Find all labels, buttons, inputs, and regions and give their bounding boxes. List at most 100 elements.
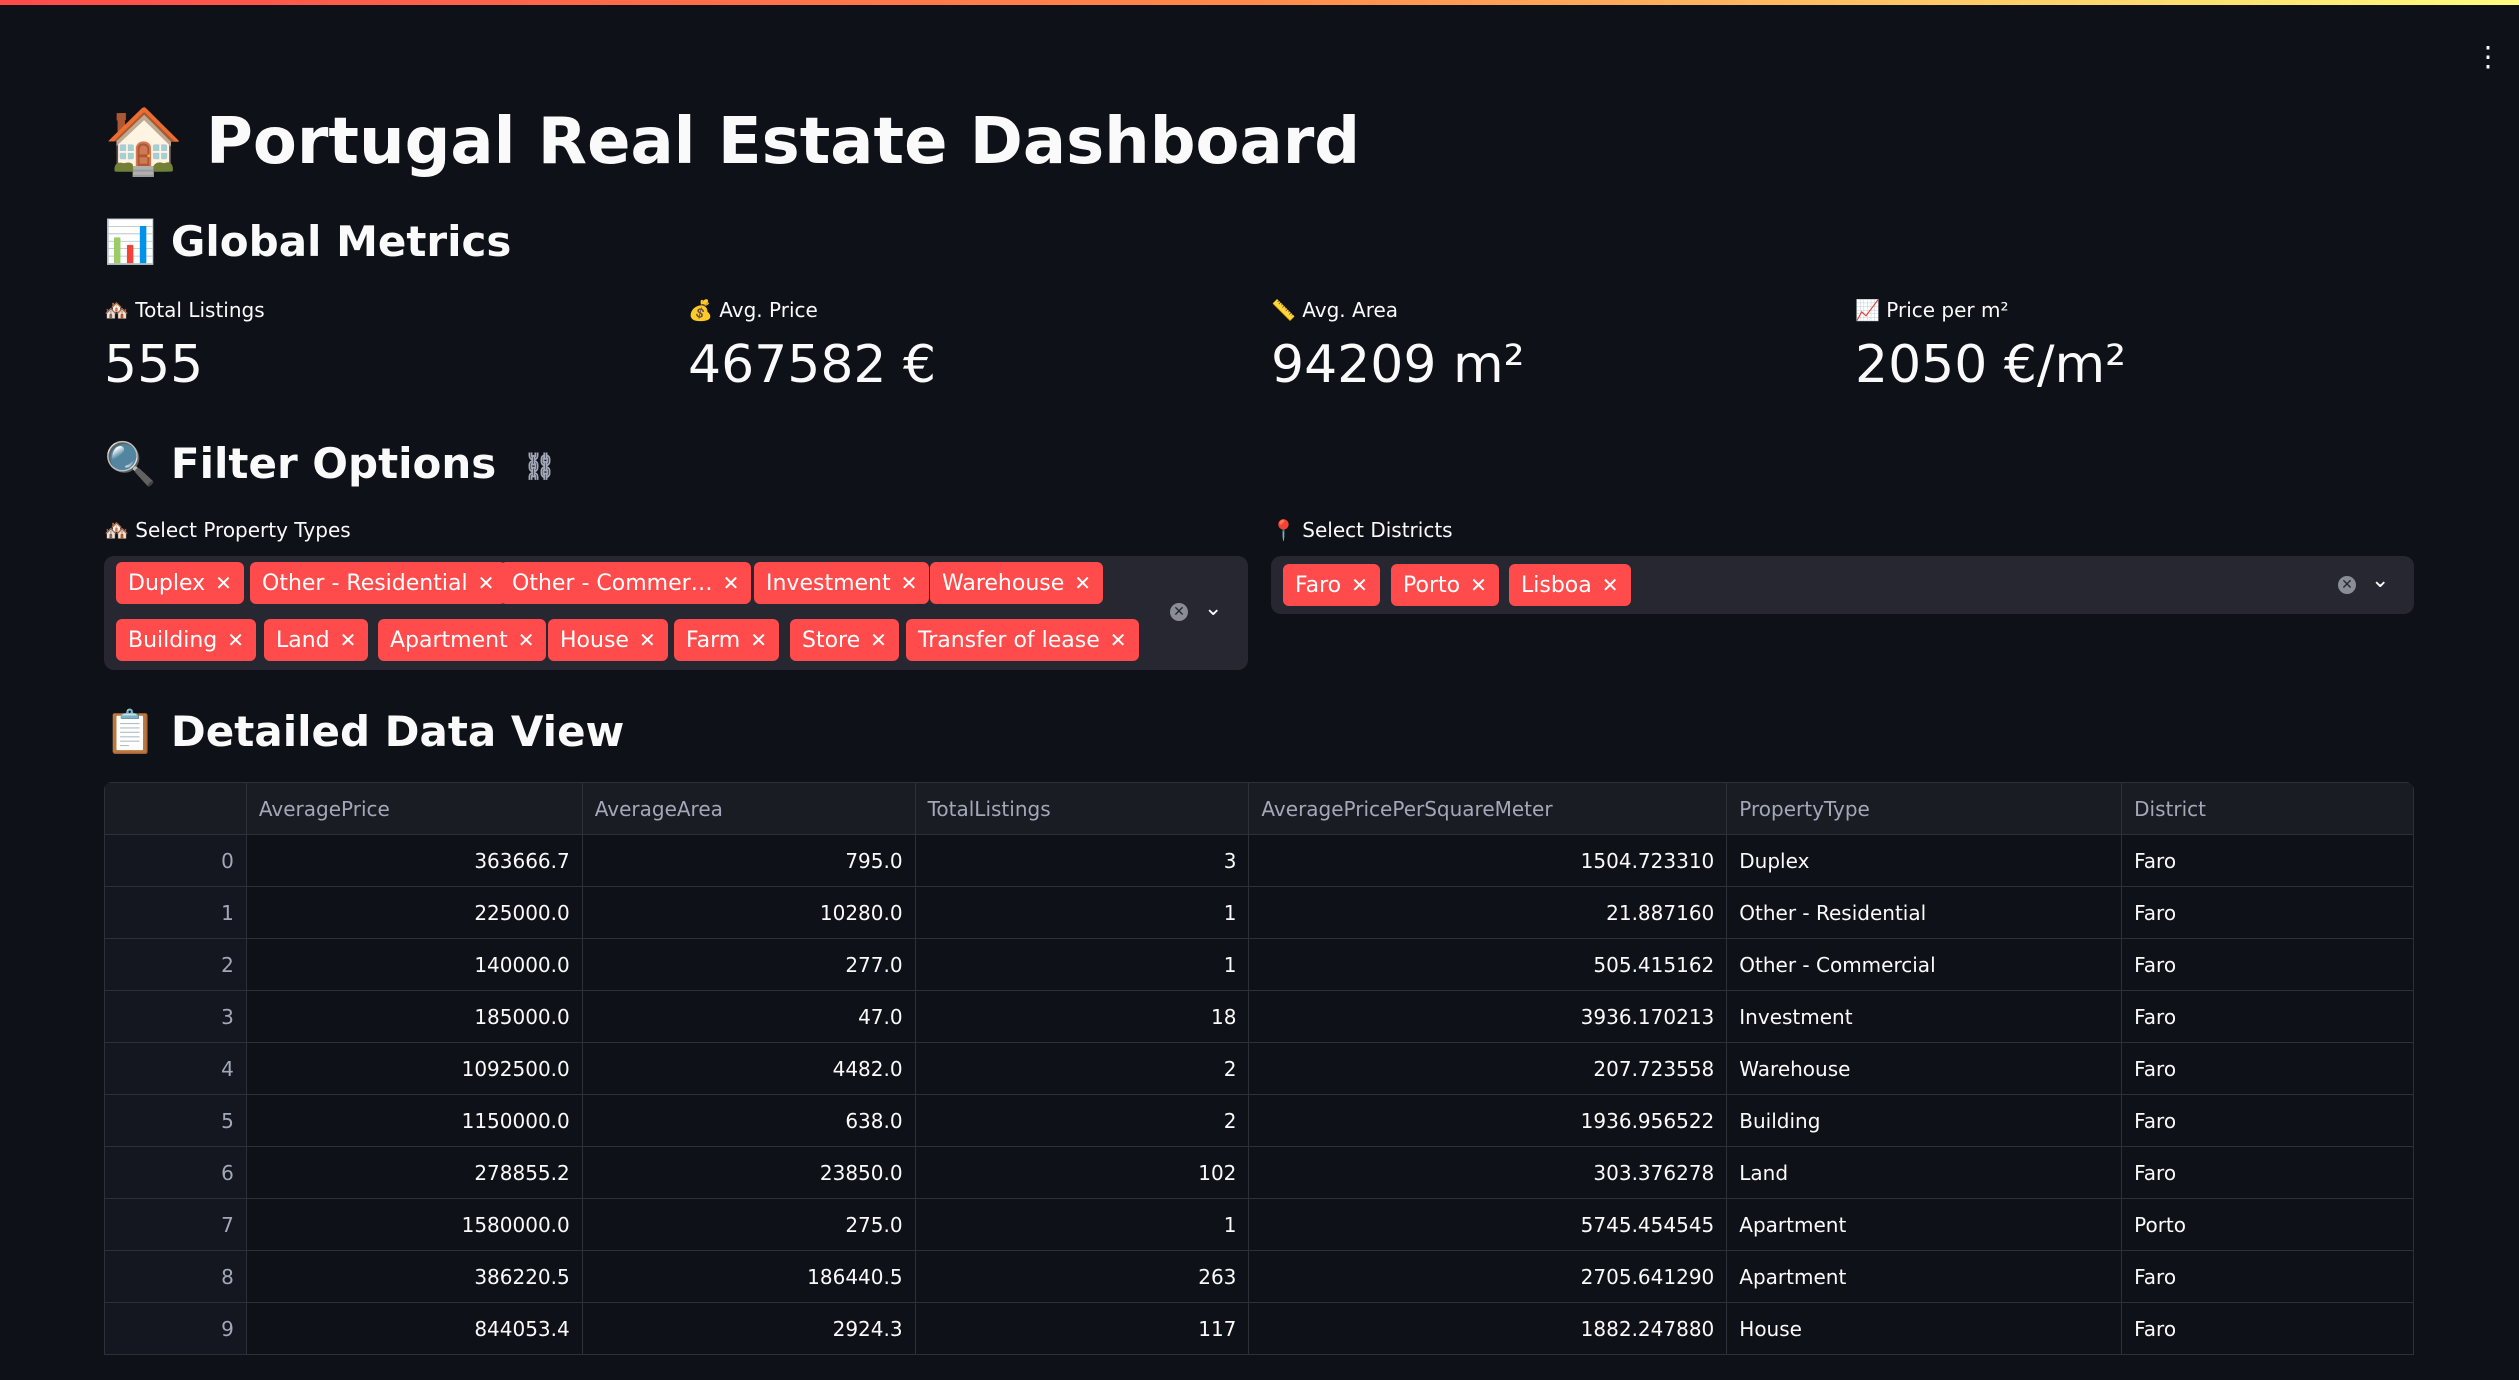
table-cell[interactable]: 2924.3 [581, 1302, 916, 1355]
table-cell[interactable]: 2705.641290 [1248, 1250, 1728, 1303]
row-index-cell[interactable]: 7 [104, 1198, 247, 1251]
table-cell[interactable]: 1882.247880 [1248, 1302, 1728, 1355]
table-cell[interactable]: 225000.0 [245, 886, 583, 939]
row-index-cell[interactable]: 4 [104, 1042, 247, 1095]
table-cell[interactable]: Faro [2121, 990, 2414, 1043]
table-cell[interactable]: Investment [1726, 990, 2123, 1043]
remove-tag-icon[interactable]: ✕ [1602, 573, 1619, 597]
table-cell[interactable]: Building [1726, 1094, 2123, 1147]
table-cell[interactable]: 2 [914, 1094, 1250, 1147]
table-cell[interactable]: 263 [914, 1250, 1250, 1303]
row-index-cell[interactable]: 8 [104, 1250, 247, 1303]
table-cell[interactable]: 4482.0 [581, 1042, 916, 1095]
table-cell[interactable]: 277.0 [581, 938, 916, 991]
table-cell[interactable]: 102 [914, 1146, 1250, 1199]
row-index-cell[interactable]: 2 [104, 938, 247, 991]
table-cell[interactable]: 1 [914, 886, 1250, 939]
column-header-index[interactable] [104, 782, 247, 835]
table-cell[interactable]: 3 [914, 834, 1250, 887]
data-table-container[interactable]: AveragePrice AverageArea TotalListings A… [104, 782, 2414, 1380]
remove-tag-icon[interactable]: ✕ [639, 628, 656, 652]
chevron-down-icon[interactable]: ⌄ [1204, 596, 1222, 621]
column-header[interactable]: PropertyType [1726, 782, 2123, 835]
table-cell[interactable]: Apartment [1726, 1198, 2123, 1251]
table-cell[interactable]: 2 [914, 1042, 1250, 1095]
remove-tag-icon[interactable]: ✕ [870, 628, 887, 652]
table-cell[interactable]: 207.723558 [1248, 1042, 1728, 1095]
link-icon[interactable]: ⛓ [523, 452, 556, 482]
table-cell[interactable]: Faro [2121, 1094, 2414, 1147]
table-cell[interactable]: 1150000.0 [245, 1094, 583, 1147]
clear-all-icon[interactable]: ✕ [2338, 576, 2356, 594]
remove-tag-icon[interactable]: ✕ [1351, 573, 1368, 597]
remove-tag-icon[interactable]: ✕ [723, 571, 740, 595]
table-cell[interactable]: Faro [2121, 1250, 2414, 1303]
remove-tag-icon[interactable]: ✕ [215, 571, 232, 595]
remove-tag-icon[interactable]: ✕ [1470, 573, 1487, 597]
table-cell[interactable]: 186440.5 [581, 1250, 916, 1303]
remove-tag-icon[interactable]: ✕ [518, 628, 535, 652]
districts-multiselect[interactable]: Faro ✕ Porto ✕ Lisboa ✕ ✕ ⌄ [1271, 556, 2414, 614]
table-cell[interactable]: 140000.0 [245, 938, 583, 991]
remove-tag-icon[interactable]: ✕ [478, 571, 495, 595]
table-cell[interactable]: 275.0 [581, 1198, 916, 1251]
table-cell[interactable]: Land [1726, 1146, 2123, 1199]
table-cell[interactable]: 1580000.0 [245, 1198, 583, 1251]
column-header[interactable]: AverageArea [581, 782, 916, 835]
remove-tag-icon[interactable]: ✕ [1110, 628, 1127, 652]
column-header[interactable]: District [2121, 782, 2414, 835]
property-types-multiselect[interactable]: Duplex ✕ Other - Residential ✕ Other - Com… [104, 556, 1248, 670]
table-cell[interactable]: Faro [2121, 834, 2414, 887]
main-menu-button[interactable]: ⋮ [2474, 40, 2502, 74]
table-cell[interactable]: 1 [914, 1198, 1250, 1251]
column-header[interactable]: AveragePricePerSquareMeter [1248, 782, 1728, 835]
table-cell[interactable]: 1504.723310 [1248, 834, 1728, 887]
row-index-cell[interactable]: 1 [104, 886, 247, 939]
table-cell[interactable]: Apartment [1726, 1250, 2123, 1303]
table-cell[interactable]: Other - Commercial [1726, 938, 2123, 991]
table-cell[interactable]: 18 [914, 990, 1250, 1043]
table-cell[interactable]: 844053.4 [245, 1302, 583, 1355]
data-table[interactable]: AveragePrice AverageArea TotalListings A… [104, 782, 2414, 1355]
table-cell[interactable]: Faro [2121, 1146, 2414, 1199]
table-cell[interactable]: Other - Residential [1726, 886, 2123, 939]
table-cell[interactable]: 23850.0 [581, 1146, 916, 1199]
table-cell[interactable]: Faro [2121, 1302, 2414, 1355]
table-cell[interactable]: 1 [914, 938, 1250, 991]
table-cell[interactable]: 185000.0 [245, 990, 583, 1043]
row-index-cell[interactable]: 3 [104, 990, 247, 1043]
remove-tag-icon[interactable]: ✕ [227, 628, 244, 652]
remove-tag-icon[interactable]: ✕ [340, 628, 357, 652]
table-cell[interactable]: 638.0 [581, 1094, 916, 1147]
table-cell[interactable]: 47.0 [581, 990, 916, 1043]
table-cell[interactable]: 363666.7 [245, 834, 583, 887]
row-index-cell[interactable]: 6 [104, 1146, 247, 1199]
table-cell[interactable]: 303.376278 [1248, 1146, 1728, 1199]
table-cell[interactable]: Porto [2121, 1198, 2414, 1251]
table-cell[interactable]: Warehouse [1726, 1042, 2123, 1095]
row-index-cell[interactable]: 0 [104, 834, 247, 887]
table-cell[interactable]: 117 [914, 1302, 1250, 1355]
clear-all-icon[interactable]: ✕ [1170, 603, 1188, 621]
table-cell[interactable]: 5745.454545 [1248, 1198, 1728, 1251]
table-cell[interactable]: Faro [2121, 1042, 2414, 1095]
remove-tag-icon[interactable]: ✕ [750, 628, 767, 652]
table-cell[interactable]: Duplex [1726, 834, 2123, 887]
table-cell[interactable]: 3936.170213 [1248, 990, 1728, 1043]
column-header[interactable]: TotalListings [914, 782, 1250, 835]
table-cell[interactable]: 505.415162 [1248, 938, 1728, 991]
table-cell[interactable]: 795.0 [581, 834, 916, 887]
table-cell[interactable]: 1092500.0 [245, 1042, 583, 1095]
remove-tag-icon[interactable]: ✕ [901, 571, 918, 595]
table-cell[interactable]: 1936.956522 [1248, 1094, 1728, 1147]
table-cell[interactable]: 386220.5 [245, 1250, 583, 1303]
table-cell[interactable]: 10280.0 [581, 886, 916, 939]
table-cell[interactable]: House [1726, 1302, 2123, 1355]
table-cell[interactable]: Faro [2121, 938, 2414, 991]
chevron-down-icon[interactable]: ⌄ [2371, 568, 2389, 593]
row-index-cell[interactable]: 5 [104, 1094, 247, 1147]
remove-tag-icon[interactable]: ✕ [1074, 571, 1091, 595]
table-cell[interactable]: 278855.2 [245, 1146, 583, 1199]
row-index-cell[interactable]: 9 [104, 1302, 247, 1355]
table-cell[interactable]: 21.887160 [1248, 886, 1728, 939]
